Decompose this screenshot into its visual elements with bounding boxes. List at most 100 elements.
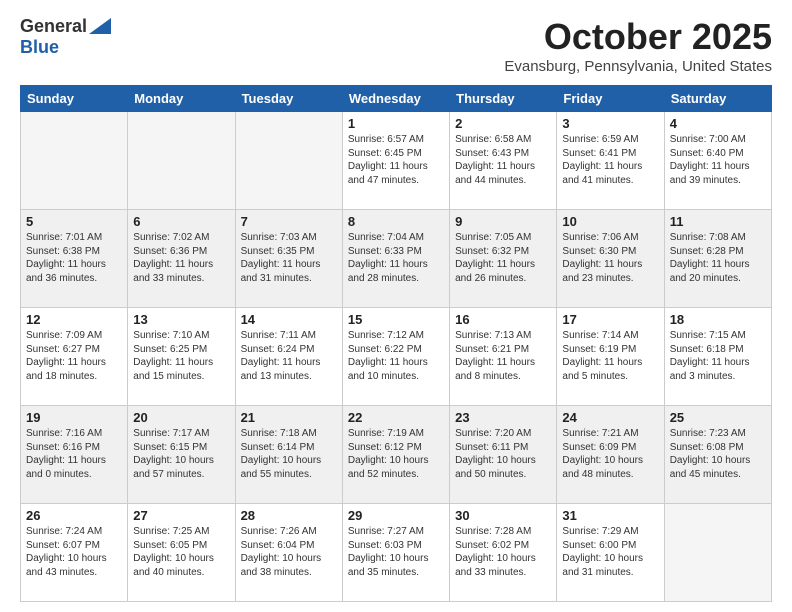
day-number: 4 (670, 116, 766, 131)
day-info: Sunrise: 7:21 AM Sunset: 6:09 PM Dayligh… (562, 427, 658, 481)
day-number: 13 (133, 312, 229, 327)
table-row: 11 Sunrise: 7:08 AM Sunset: 6:28 PM Dayli… (664, 210, 771, 308)
table-row: 22Sunrise: 7:19 AM Sunset: 6:12 PM Dayli… (342, 406, 449, 504)
table-row: 5 Sunrise: 7:01 AM Sunset: 6:38 PM Daylig… (21, 210, 128, 308)
day-number: 2 (455, 116, 551, 131)
table-row: 24 Sunrise: 7:21 AM Sunset: 6:09 PM Dayli… (557, 406, 664, 504)
day-info: Sunrise: 7:29 AM Sunset: 6:00 PM Dayligh… (562, 525, 658, 579)
day-info: Sunrise: 7:01 AM Sunset: 6:38 PM Dayligh… (26, 231, 122, 285)
table-row: 12 Sunrise: 7:09 AM Sunset: 6:27 PM Dayli… (21, 308, 128, 406)
month-title: October 2025 (504, 16, 772, 58)
day-info: Sunrise: 7:23 AM Sunset: 6:08 PM Dayligh… (670, 427, 766, 481)
table-row: 7Sunrise: 7:03 AM Sunset: 6:35 PM Daylig… (235, 210, 342, 308)
day-number: 29 (348, 508, 444, 523)
table-row: 18Sunrise: 7:15 AM Sunset: 6:18 PM Dayli… (664, 308, 771, 406)
day-info: Sunrise: 7:09 AM Sunset: 6:27 PM Dayligh… (26, 329, 122, 383)
day-number: 9 (455, 214, 551, 229)
header: General Blue October 2025 Evansburg, Pen… (20, 16, 772, 75)
day-number: 16 (455, 312, 551, 327)
table-row: 3Sunrise: 6:59 AM Sunset: 6:41 PM Daylig… (557, 112, 664, 210)
table-row: 8Sunrise: 7:04 AM Sunset: 6:33 PM Daylig… (342, 210, 449, 308)
day-number: 27 (133, 508, 229, 523)
day-info: Sunrise: 7:26 AM Sunset: 6:04 PM Dayligh… (241, 525, 337, 579)
day-number: 7 (241, 214, 337, 229)
table-row: 17 Sunrise: 7:14 AM Sunset: 6:19 PM Dayli… (557, 308, 664, 406)
day-number: 5 (26, 214, 122, 229)
day-number: 18 (670, 312, 766, 327)
day-info: Sunrise: 7:25 AM Sunset: 6:05 PM Dayligh… (133, 525, 229, 579)
table-row (664, 504, 771, 602)
calendar-week-row: 1 Sunrise: 6:57 AM Sunset: 6:45 PM Daylig… (21, 112, 772, 210)
table-row: 28Sunrise: 7:26 AM Sunset: 6:04 PM Dayli… (235, 504, 342, 602)
table-row: 2 Sunrise: 6:58 AM Sunset: 6:43 PM Daylig… (450, 112, 557, 210)
table-row: 31 Sunrise: 7:29 AM Sunset: 6:00 PM Dayli… (557, 504, 664, 602)
day-info: Sunrise: 7:08 AM Sunset: 6:28 PM Dayligh… (670, 231, 766, 285)
page: General Blue October 2025 Evansburg, Pen… (0, 0, 792, 612)
day-number: 25 (670, 410, 766, 425)
day-info: Sunrise: 7:20 AM Sunset: 6:11 PM Dayligh… (455, 427, 551, 481)
table-row: 15 Sunrise: 7:12 AM Sunset: 6:22 PM Dayli… (342, 308, 449, 406)
col-monday: Monday (128, 86, 235, 112)
calendar-week-row: 19 Sunrise: 7:16 AM Sunset: 6:16 PM Dayli… (21, 406, 772, 504)
col-friday: Friday (557, 86, 664, 112)
day-number: 31 (562, 508, 658, 523)
calendar-week-row: 26 Sunrise: 7:24 AM Sunset: 6:07 PM Dayli… (21, 504, 772, 602)
day-info: Sunrise: 7:16 AM Sunset: 6:16 PM Dayligh… (26, 427, 122, 481)
table-row: 1 Sunrise: 6:57 AM Sunset: 6:45 PM Daylig… (342, 112, 449, 210)
logo-icon (89, 18, 111, 34)
table-row: 29 Sunrise: 7:27 AM Sunset: 6:03 PM Dayli… (342, 504, 449, 602)
table-row: 6Sunrise: 7:02 AM Sunset: 6:36 PM Daylig… (128, 210, 235, 308)
day-number: 24 (562, 410, 658, 425)
logo: General Blue (20, 16, 111, 58)
day-number: 12 (26, 312, 122, 327)
table-row (21, 112, 128, 210)
day-info: Sunrise: 7:27 AM Sunset: 6:03 PM Dayligh… (348, 525, 444, 579)
day-number: 10 (562, 214, 658, 229)
table-row: 14 Sunrise: 7:11 AM Sunset: 6:24 PM Dayli… (235, 308, 342, 406)
day-info: Sunrise: 7:04 AM Sunset: 6:33 PM Dayligh… (348, 231, 444, 285)
day-info: Sunrise: 7:13 AM Sunset: 6:21 PM Dayligh… (455, 329, 551, 383)
day-info: Sunrise: 7:12 AM Sunset: 6:22 PM Dayligh… (348, 329, 444, 383)
title-block: October 2025 Evansburg, Pennsylvania, Un… (504, 16, 772, 75)
day-number: 17 (562, 312, 658, 327)
day-info: Sunrise: 7:02 AM Sunset: 6:36 PM Dayligh… (133, 231, 229, 285)
col-wednesday: Wednesday (342, 86, 449, 112)
day-number: 14 (241, 312, 337, 327)
day-number: 19 (26, 410, 122, 425)
day-info: Sunrise: 7:18 AM Sunset: 6:14 PM Dayligh… (241, 427, 337, 481)
day-number: 22 (348, 410, 444, 425)
table-row: 20Sunrise: 7:17 AM Sunset: 6:15 PM Dayli… (128, 406, 235, 504)
day-info: Sunrise: 7:00 AM Sunset: 6:40 PM Dayligh… (670, 133, 766, 187)
location: Evansburg, Pennsylvania, United States (504, 58, 772, 75)
day-info: Sunrise: 7:06 AM Sunset: 6:30 PM Dayligh… (562, 231, 658, 285)
day-info: Sunrise: 7:14 AM Sunset: 6:19 PM Dayligh… (562, 329, 658, 383)
calendar-header-row: Sunday Monday Tuesday Wednesday Thursday… (21, 86, 772, 112)
day-info: Sunrise: 7:24 AM Sunset: 6:07 PM Dayligh… (26, 525, 122, 579)
col-saturday: Saturday (664, 86, 771, 112)
col-tuesday: Tuesday (235, 86, 342, 112)
day-info: Sunrise: 7:11 AM Sunset: 6:24 PM Dayligh… (241, 329, 337, 383)
day-number: 26 (26, 508, 122, 523)
calendar-week-row: 12 Sunrise: 7:09 AM Sunset: 6:27 PM Dayli… (21, 308, 772, 406)
table-row: 9 Sunrise: 7:05 AM Sunset: 6:32 PM Daylig… (450, 210, 557, 308)
table-row (235, 112, 342, 210)
table-row: 10 Sunrise: 7:06 AM Sunset: 6:30 PM Dayli… (557, 210, 664, 308)
day-info: Sunrise: 7:05 AM Sunset: 6:32 PM Dayligh… (455, 231, 551, 285)
day-info: Sunrise: 6:57 AM Sunset: 6:45 PM Dayligh… (348, 133, 444, 187)
day-info: Sunrise: 6:59 AM Sunset: 6:41 PM Dayligh… (562, 133, 658, 187)
day-number: 1 (348, 116, 444, 131)
logo-general-text: General (20, 16, 87, 37)
day-number: 30 (455, 508, 551, 523)
day-info: Sunrise: 6:58 AM Sunset: 6:43 PM Dayligh… (455, 133, 551, 187)
table-row: 26 Sunrise: 7:24 AM Sunset: 6:07 PM Dayli… (21, 504, 128, 602)
table-row: 27 Sunrise: 7:25 AM Sunset: 6:05 PM Dayli… (128, 504, 235, 602)
day-number: 11 (670, 214, 766, 229)
table-row: 30 Sunrise: 7:28 AM Sunset: 6:02 PM Dayli… (450, 504, 557, 602)
table-row: 25 Sunrise: 7:23 AM Sunset: 6:08 PM Dayli… (664, 406, 771, 504)
calendar-table: Sunday Monday Tuesday Wednesday Thursday… (20, 85, 772, 602)
table-row: 4 Sunrise: 7:00 AM Sunset: 6:40 PM Daylig… (664, 112, 771, 210)
day-number: 15 (348, 312, 444, 327)
day-number: 21 (241, 410, 337, 425)
day-info: Sunrise: 7:28 AM Sunset: 6:02 PM Dayligh… (455, 525, 551, 579)
day-number: 20 (133, 410, 229, 425)
